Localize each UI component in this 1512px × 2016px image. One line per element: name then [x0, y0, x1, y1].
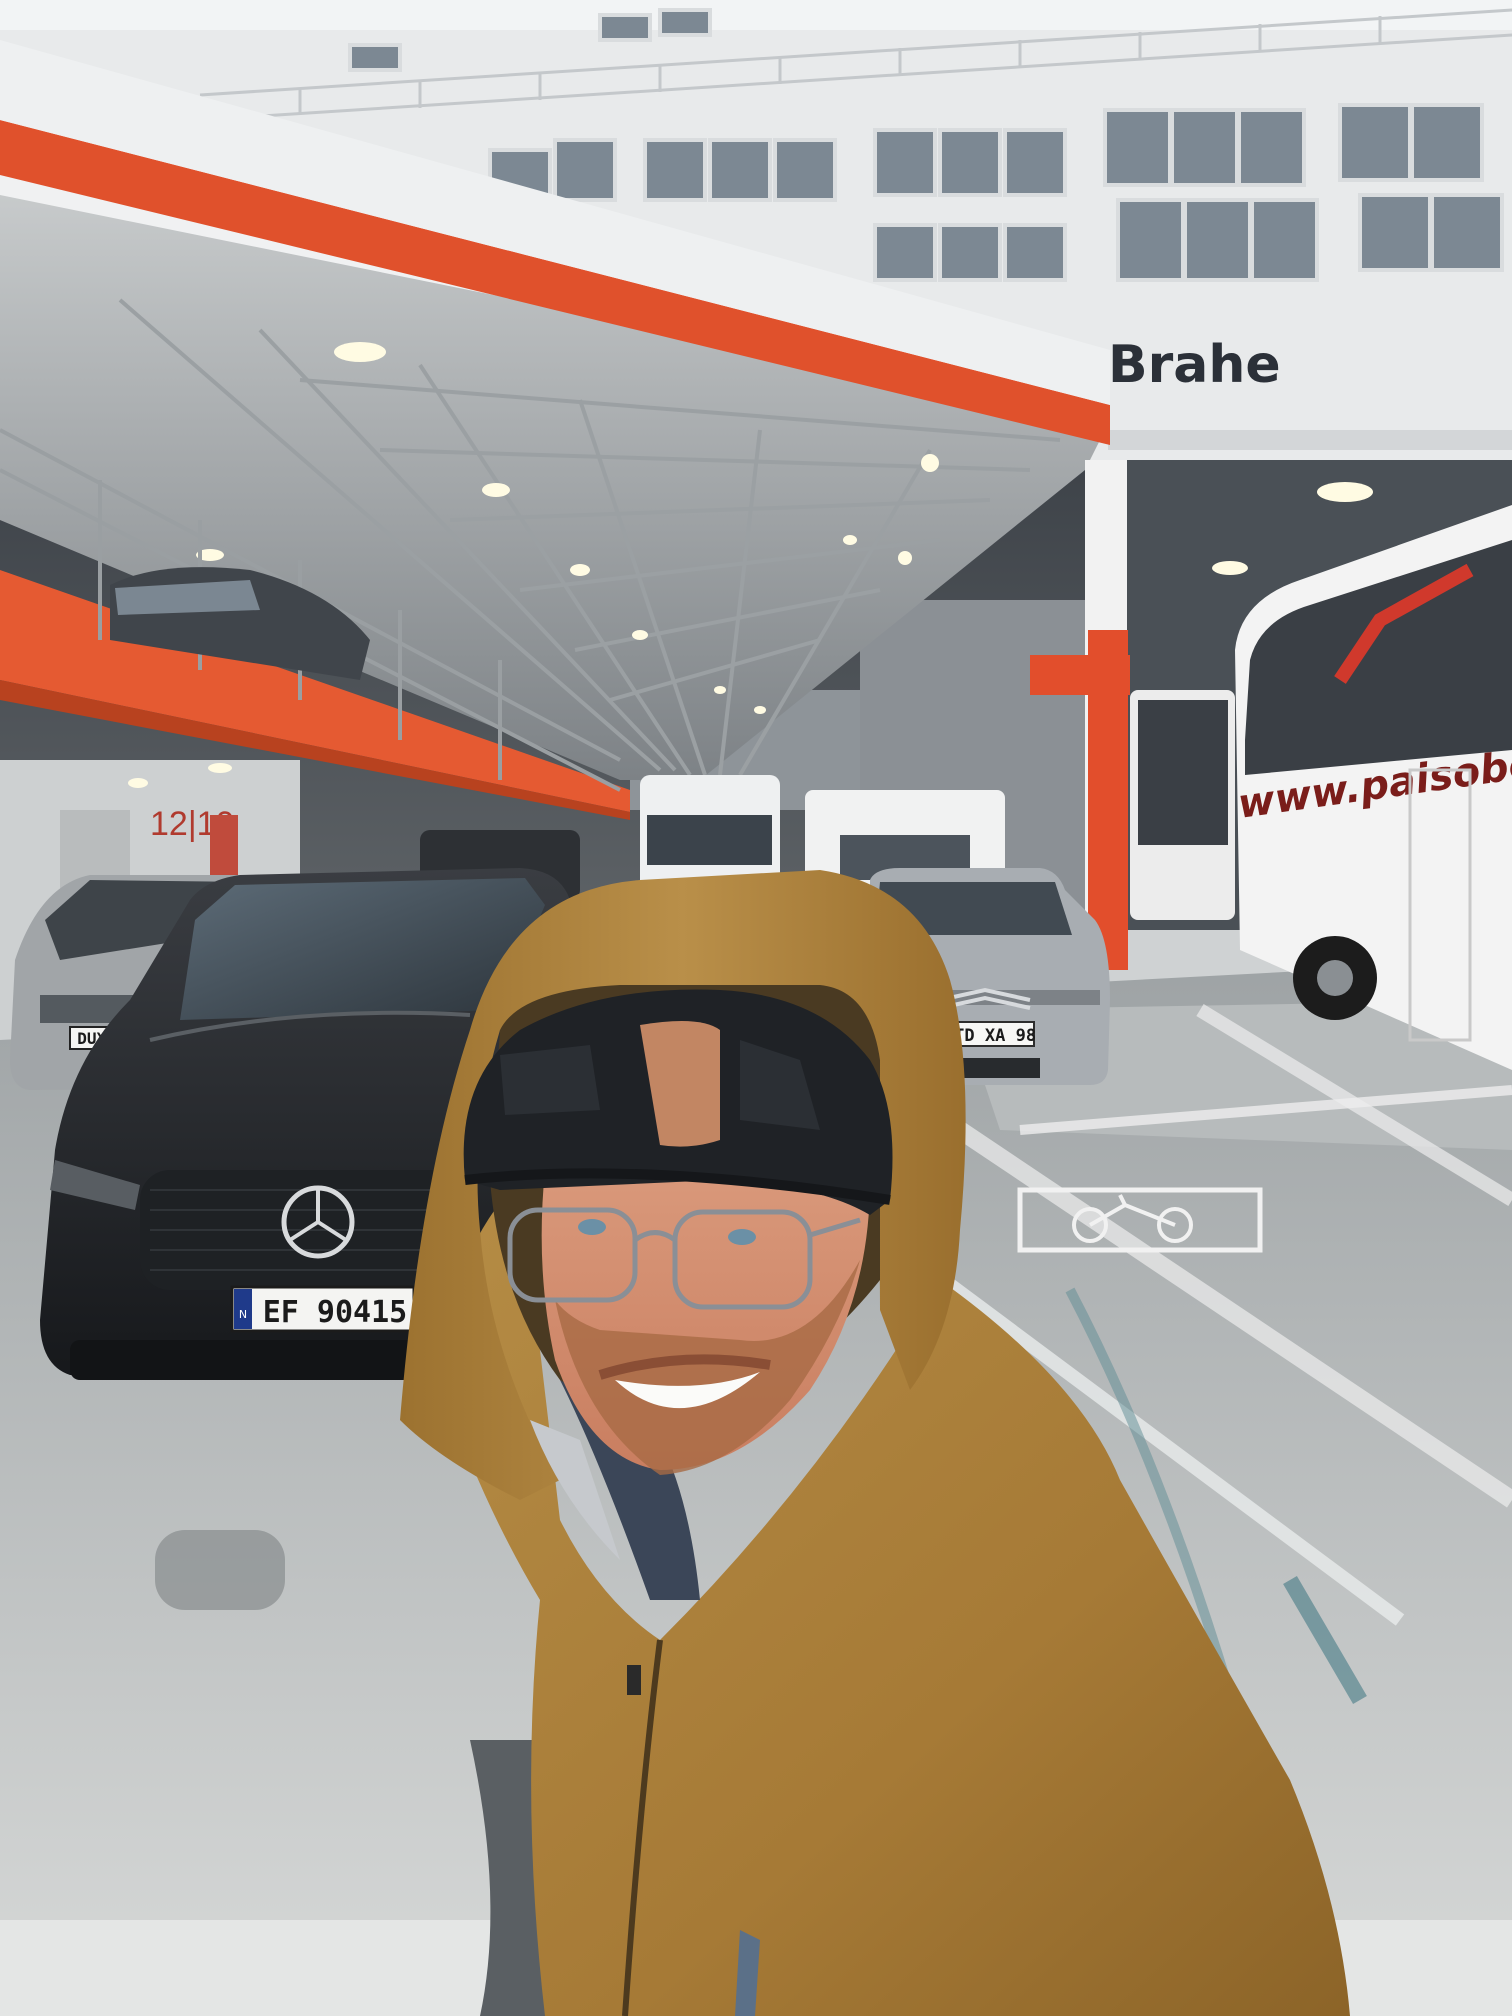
ship-name: Brahe — [1108, 335, 1281, 395]
ferry-car-deck-photo: Brahe 12|10 www.paisobolewski.pl STD XA … — [0, 0, 1512, 2016]
mercedes-plate: EF 90415 — [263, 1295, 408, 1330]
plate-country-code: N — [239, 1308, 247, 1321]
